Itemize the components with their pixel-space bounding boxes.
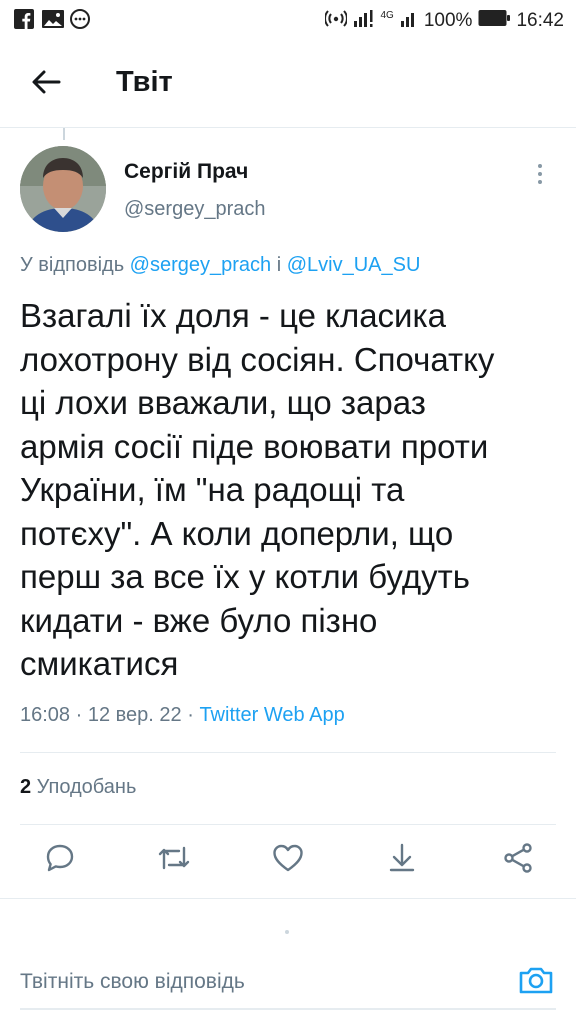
source-app-link[interactable]: Twitter Web App xyxy=(199,704,344,726)
arrow-left-icon xyxy=(31,69,61,100)
reply-to-link-1[interactable]: @sergey_prach xyxy=(130,254,271,276)
likes-count: 2 xyxy=(20,776,32,798)
like-icon xyxy=(272,843,304,878)
retweet-icon xyxy=(157,842,191,879)
avatar[interactable] xyxy=(20,146,106,232)
reply-prefix: У відповідь xyxy=(20,254,130,276)
clock: 16:42 xyxy=(516,10,564,31)
status-bar: 4G 100% 16:42 xyxy=(0,0,576,40)
gallery-icon xyxy=(42,9,64,29)
more-options-button[interactable] xyxy=(530,162,550,186)
scroll-dot xyxy=(285,930,289,934)
battery-icon xyxy=(478,9,511,33)
signal-icon-2 xyxy=(400,8,418,34)
facebook-icon xyxy=(14,9,34,29)
likes-label: Уподобань xyxy=(31,776,137,798)
author-name[interactable]: Сергій Прач xyxy=(124,160,248,184)
divider xyxy=(20,824,556,825)
divider xyxy=(20,752,556,753)
signal-icon xyxy=(353,8,375,34)
tweet-actions xyxy=(0,838,576,888)
share-icon xyxy=(502,842,534,879)
bookmark-icon xyxy=(387,842,417,879)
battery-percent: 100% xyxy=(423,10,473,31)
divider xyxy=(0,898,576,899)
meta-separator-2: · xyxy=(181,704,200,726)
thread-connector xyxy=(63,128,65,140)
reply-joiner: і xyxy=(271,254,287,276)
camera-icon xyxy=(518,964,554,1001)
bookmark-button[interactable] xyxy=(380,838,424,882)
page-title: Твіт xyxy=(116,66,173,98)
author-handle[interactable]: @sergey_prach xyxy=(124,198,265,221)
tweet-text: Взагалі їх доля - це класика лохотрону в… xyxy=(20,297,495,682)
reply-button[interactable] xyxy=(38,838,82,882)
more-notifications-icon xyxy=(70,9,90,29)
likes-summary[interactable]: 2 Уподобань xyxy=(20,776,136,799)
reply-to-link-2[interactable]: @Lviv_UA_SU xyxy=(287,254,421,276)
back-button[interactable] xyxy=(26,64,66,104)
meta-separator: · xyxy=(70,704,88,726)
like-button[interactable] xyxy=(266,838,310,882)
reply-input[interactable] xyxy=(20,960,500,1004)
reply-input-underline xyxy=(20,1008,556,1010)
more-vertical-icon xyxy=(530,164,550,190)
network-type-label: 4G xyxy=(380,10,394,21)
tweet-meta: 16:08 · 12 вер. 22 · Twitter Web App xyxy=(20,704,345,727)
retweet-button[interactable] xyxy=(152,838,196,882)
tweet-time: 16:08 xyxy=(20,704,71,726)
top-app-bar: Твіт xyxy=(0,40,576,128)
share-button[interactable] xyxy=(496,838,540,882)
tweet-date: 12 вер. 22 xyxy=(87,704,182,726)
camera-button[interactable] xyxy=(516,962,556,1002)
hotspot-icon xyxy=(323,8,348,34)
reply-to-line: У відповідь @sergey_prach і @Lviv_UA_SU xyxy=(20,254,420,277)
reply-icon xyxy=(44,842,76,879)
